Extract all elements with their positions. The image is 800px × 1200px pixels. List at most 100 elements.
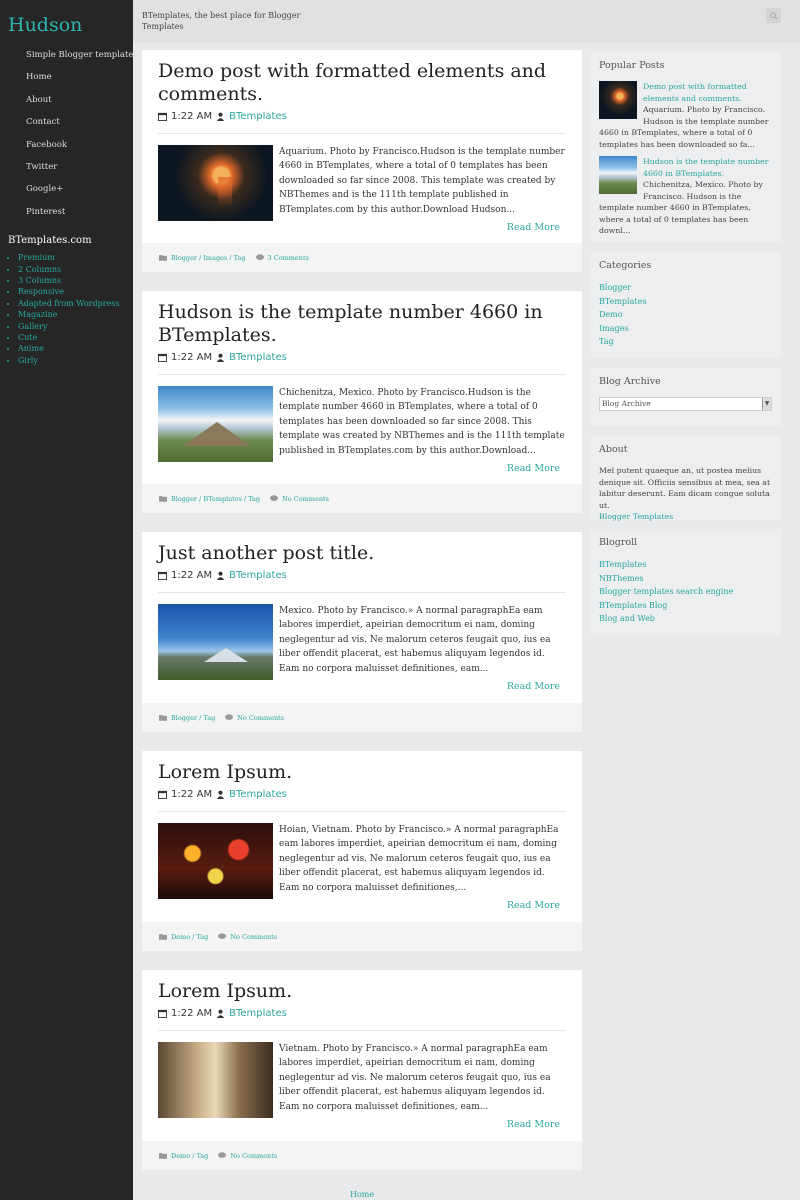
popular-post-thumbnail[interactable] [599,156,637,194]
post-thumbnail[interactable] [158,604,273,680]
calendar-icon [158,1009,167,1018]
nav-item-home[interactable]: Home [0,66,133,88]
site-logo[interactable]: Hudson [0,0,133,44]
divider [158,374,566,375]
divider [158,133,566,134]
archive-select[interactable]: Blog Archive ▼ [599,397,772,411]
blogroll-link[interactable]: Blogger templates search engine [599,585,773,599]
search-icon [769,11,778,20]
folder-icon [159,933,167,940]
popular-posts-widget: Popular Posts Demo post with formatted e… [591,52,781,242]
user-icon [216,353,225,362]
post-title[interactable]: Lorem Ipsum. [158,761,566,784]
blogroll-link[interactable]: BTemplates [599,558,773,572]
site-description: BTemplates, the best place for Blogger T… [142,11,301,31]
widget-title: Blog Archive [599,376,661,387]
nav-item-google-plus[interactable]: Google+ [0,178,133,200]
user-icon [216,571,225,580]
post-title[interactable]: Demo post with formatted elements and co… [158,60,566,106]
post-author[interactable]: BTemplates [229,570,287,581]
calendar-icon [158,571,167,580]
post-comments-link[interactable]: No Comments [230,933,277,941]
post-labels[interactable]: Blogger / Images / Tag [171,254,246,262]
read-more-link[interactable]: Read More [142,1119,560,1133]
calendar-icon [158,790,167,799]
category-link[interactable]: BTemplates [599,295,773,309]
user-icon [216,112,225,121]
category-link[interactable]: Blogger [599,281,773,295]
post-thumbnail[interactable] [158,823,273,899]
post-title[interactable]: Lorem Ipsum. [158,980,566,1003]
folder-icon [159,1152,167,1159]
btemplates-link-gallery[interactable]: Gallery [18,321,133,332]
about-widget: About Mel putent quaeque an, ut postea m… [591,436,781,523]
btemplates-link-wordpress[interactable]: Adapted from Wordpress [18,298,133,309]
btemplates-link-premium[interactable]: Premium [18,252,133,263]
popular-post-item: Hudson is the template number 4660 in BT… [599,156,773,237]
post-author[interactable]: BTemplates [229,789,287,800]
about-text: Mel putent quaeque an, ut postea melius … [599,466,771,510]
blogroll-widget: Blogroll BTemplates NBThemes Blogger tem… [591,529,781,635]
user-icon [216,1009,225,1018]
nav-item-pinterest[interactable]: Pinterest [0,201,133,223]
post-thumbnail[interactable] [158,1042,273,1118]
blogroll-link[interactable]: Blog and Web [599,612,773,626]
btemplates-link-magazine[interactable]: Magazine [18,309,133,320]
post-thumbnail[interactable] [158,145,273,221]
post-comments-link[interactable]: 3 Comments [268,254,309,262]
post-footer: Demo / Tag No Comments [142,1141,582,1170]
btemplates-link-anime[interactable]: Anime [18,343,133,354]
btemplates-widget-title: BTemplates.com [8,235,92,247]
btemplates-link-responsive[interactable]: Responsive [18,286,133,297]
blogroll-link[interactable]: NBThemes [599,572,773,586]
post-labels[interactable]: Blogger / Tag [171,714,215,722]
nav-item-about[interactable]: About [0,89,133,111]
category-link[interactable]: Demo [599,308,773,322]
post-thumbnail[interactable] [158,386,273,462]
category-link[interactable]: Tag [599,335,773,349]
category-link[interactable]: Images [599,322,773,336]
read-more-link[interactable]: Read More [142,463,560,477]
post-footer: Demo / Tag No Comments [142,922,582,951]
post-title[interactable]: Just another post title. [158,542,566,565]
post-time: 1:22 AM [171,569,213,581]
popular-post-link[interactable]: Demo post with formatted elements and co… [643,82,747,103]
post-author[interactable]: BTemplates [229,352,287,363]
post-author[interactable]: BTemplates [229,111,287,122]
blogroll-link[interactable]: BTemplates Blog [599,599,773,613]
post-comments-link[interactable]: No Comments [282,495,329,503]
categories-widget: Categories Blogger BTemplates Demo Image… [591,252,781,358]
post-card: Lorem Ipsum. 1:22 AM BTemplates Vietnam.… [142,970,582,1170]
about-link[interactable]: Blogger Templates [599,511,773,523]
post-comments-link[interactable]: No Comments [237,714,284,722]
post-meta: 1:22 AM BTemplates [158,109,566,123]
post-labels[interactable]: Demo / Tag [171,1152,208,1160]
nav-item-simple-blogger-templates[interactable]: Simple Blogger templates [0,44,138,66]
post-time: 1:22 AM [171,1007,213,1019]
btemplates-link-3-columns[interactable]: 3 Columns [18,275,133,286]
search-button[interactable] [766,8,781,23]
read-more-link[interactable]: Read More [142,900,560,914]
btemplates-link-girly[interactable]: Girly [18,355,133,366]
post-comments-link[interactable]: No Comments [230,1152,277,1160]
post-labels[interactable]: Blogger / BTemplates / Tag [171,495,260,503]
widget-title: Popular Posts [599,60,665,71]
popular-post-thumbnail[interactable] [599,81,637,119]
btemplates-link-cute[interactable]: Cute [18,332,133,343]
btemplates-link-2-columns[interactable]: 2 Columns [18,264,133,275]
pager-home-link[interactable]: Home [350,1190,374,1199]
divider [158,592,566,593]
post-title[interactable]: Hudson is the template number 4660 in BT… [158,301,566,347]
read-more-link[interactable]: Read More [142,222,560,236]
post-card: Demo post with formatted elements and co… [142,50,582,272]
blogroll-list: BTemplates NBThemes Blogger templates se… [599,558,773,626]
post-labels[interactable]: Demo / Tag [171,933,208,941]
post-excerpt: Aquarium. Photo by Francisco.Hudson is t… [279,147,565,215]
read-more-link[interactable]: Read More [142,681,560,695]
nav-item-twitter[interactable]: Twitter [0,156,133,178]
popular-post-link[interactable]: Hudson is the template number 4660 in BT… [643,157,769,178]
post-time: 1:22 AM [171,110,213,122]
nav-item-facebook[interactable]: Facebook [0,134,133,156]
post-author[interactable]: BTemplates [229,1008,287,1019]
nav-item-contact[interactable]: Contact [0,111,133,133]
